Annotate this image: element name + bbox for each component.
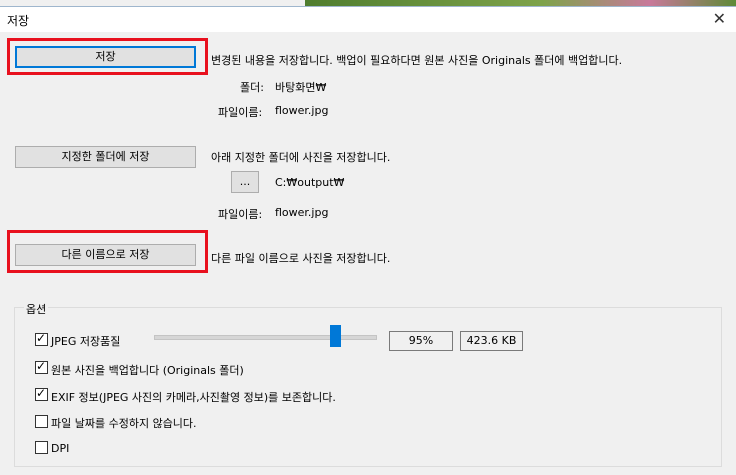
- filename-label: 파일이름:: [218, 106, 263, 119]
- output-folder-value: C:₩output₩: [275, 176, 345, 189]
- options-group: [14, 307, 722, 467]
- keep-file-date-label: 파일 날짜를 수정하지 않습니다.: [51, 417, 197, 430]
- save-to-folder-button[interactable]: 지정한 폴더에 저장: [15, 146, 196, 168]
- backup-original-checkbox[interactable]: [35, 359, 48, 374]
- save-as-button[interactable]: 다른 이름으로 저장: [15, 244, 196, 266]
- title-bar: 저장 ✕: [0, 7, 736, 32]
- folder-value: 바탕화면₩: [275, 81, 327, 94]
- file-size-value: 423.6 KB: [460, 331, 523, 351]
- save-description: 변경된 내용을 저장합니다. 백업이 필요하다면 원본 사진을 Original…: [211, 54, 623, 67]
- browse-folder-button[interactable]: ...: [231, 171, 259, 193]
- filename-value: flower.jpg: [275, 104, 329, 117]
- jpeg-quality-slider-thumb[interactable]: [330, 325, 341, 347]
- dpi-checkbox[interactable]: [35, 441, 48, 454]
- save-to-folder-description: 아래 지정한 폴더에 사진을 저장합니다.: [211, 151, 391, 164]
- save-as-description: 다른 파일 이름으로 사진을 저장합니다.: [211, 252, 391, 265]
- close-icon[interactable]: ✕: [713, 8, 726, 30]
- dialog-title: 저장: [7, 14, 30, 28]
- jpeg-quality-value: 95%: [389, 331, 453, 351]
- jpeg-quality-slider-track[interactable]: [154, 335, 377, 340]
- backup-original-label: 원본 사진을 백업합니다 (Originals 폴더): [51, 364, 244, 377]
- keep-exif-label: EXIF 정보(JPEG 사진의 카메라,사진촬영 정보)를 보존합니다.: [51, 391, 336, 404]
- keep-exif-checkbox[interactable]: [35, 386, 48, 401]
- filename-label-2: 파일이름:: [218, 208, 263, 221]
- folder-label: 폴더:: [240, 81, 264, 94]
- keep-file-date-checkbox[interactable]: [35, 415, 48, 428]
- options-group-label: 옵션: [24, 301, 49, 317]
- save-button[interactable]: 저장: [15, 46, 196, 68]
- jpeg-quality-checkbox[interactable]: [35, 331, 48, 346]
- dpi-label: DPI: [51, 442, 70, 455]
- jpeg-quality-label: JPEG 저장품질: [51, 335, 121, 348]
- filename-value-2: flower.jpg: [275, 206, 329, 219]
